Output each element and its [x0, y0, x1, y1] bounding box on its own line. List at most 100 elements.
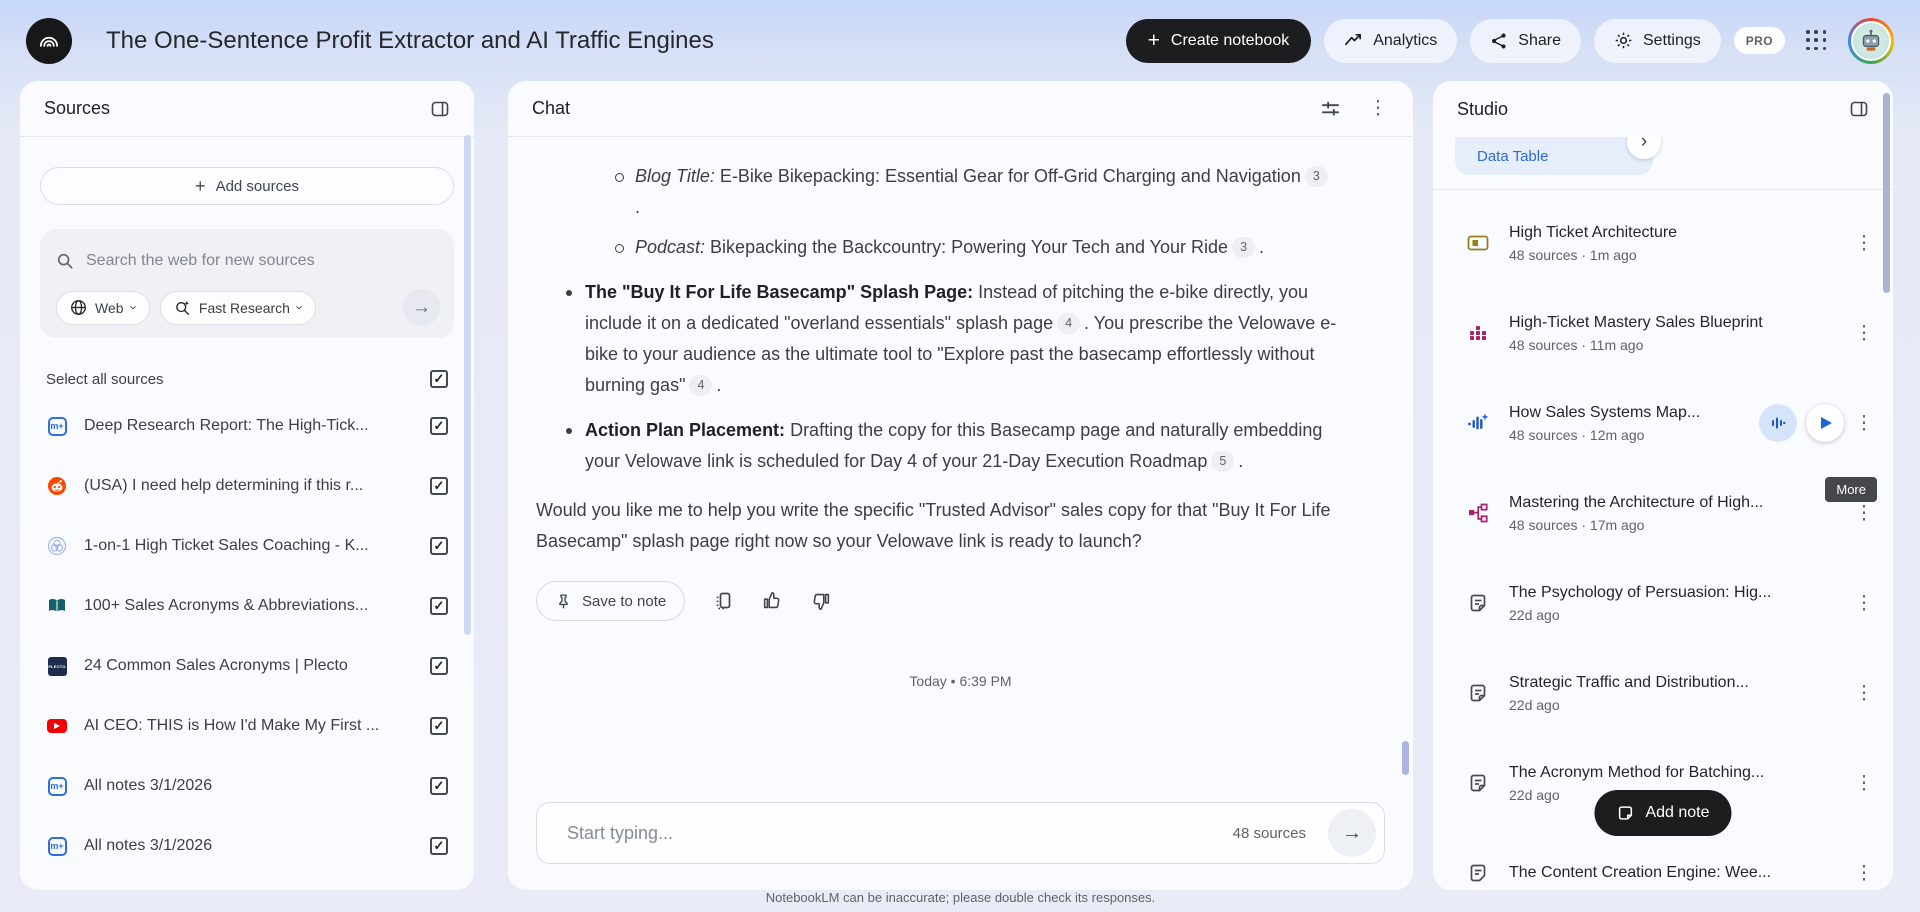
source-row[interactable]: 1-on-1 High Ticket Sales Coaching - K...…: [40, 516, 454, 576]
share-icon: [1490, 32, 1508, 50]
chat-input-bar: Start typing... 48 sources →: [536, 802, 1385, 864]
source-checkbox[interactable]: ✓: [430, 417, 448, 435]
add-sources-label: Add sources: [216, 178, 299, 195]
source-title: All notes 3/1/2026: [84, 777, 414, 795]
item-menu-icon[interactable]: ⋮: [1853, 864, 1875, 883]
studio-item-title: How Sales Systems Map...: [1509, 404, 1751, 422]
studio-item[interactable]: High-Ticket Mastery Sales Blueprint 48 s…: [1433, 288, 1893, 378]
bar-chart-icon: [1463, 322, 1493, 344]
item-menu-icon[interactable]: ⋮: [1853, 504, 1875, 523]
web-chip-label: Web: [95, 300, 124, 316]
save-to-note-label: Save to note: [582, 593, 666, 610]
thumbs-down-icon[interactable]: [810, 590, 832, 612]
citation-chip[interactable]: 3: [1305, 166, 1328, 187]
studio-item-meta: 48 sources · 12m ago: [1509, 427, 1751, 443]
website-favicon-icon: [46, 536, 68, 556]
notebook-note-icon: m+: [48, 417, 67, 436]
studio-item-meta: 48 sources · 1m ago: [1509, 247, 1845, 263]
globe-icon: [70, 299, 87, 316]
top-bar: The One-Sentence Profit Extractor and AI…: [0, 0, 1920, 81]
item-menu-icon[interactable]: ⋮: [1853, 414, 1875, 433]
chat-settings-icon[interactable]: [1320, 98, 1341, 119]
search-sources-input[interactable]: Search the web for new sources: [86, 252, 315, 270]
apps-grid-icon[interactable]: [1806, 30, 1827, 51]
copy-icon[interactable]: [712, 590, 734, 612]
search-submit-button[interactable]: →: [403, 289, 440, 326]
collapse-panel-icon[interactable]: [1849, 99, 1869, 119]
source-row[interactable]: PLECTO 24 Common Sales Acronyms | Plecto…: [40, 636, 454, 696]
bullet-lead: Action Plan Placement:: [585, 420, 785, 440]
analytics-button[interactable]: Analytics: [1324, 19, 1457, 63]
citation-chip[interactable]: 3: [1232, 237, 1255, 258]
settings-button[interactable]: Settings: [1594, 19, 1721, 63]
studio-item[interactable]: The Content Creation Engine: Wee... ⋮: [1433, 828, 1893, 890]
source-row[interactable]: m+ Deep Research Report: The High-Tick..…: [40, 396, 454, 456]
add-note-button[interactable]: Add note: [1594, 790, 1731, 836]
source-checkbox[interactable]: ✓: [430, 477, 448, 495]
chat-bullet-item: Action Plan Placement: Drafting the copy…: [536, 415, 1351, 477]
studio-item-title: The Psychology of Persuasion: Hig...: [1509, 584, 1845, 602]
bullet-lead: Podcast:: [635, 237, 705, 257]
select-all-checkbox[interactable]: ✓: [430, 370, 448, 388]
save-to-note-button[interactable]: Save to note: [536, 581, 685, 621]
notebook-title[interactable]: The One-Sentence Profit Extractor and AI…: [106, 27, 714, 55]
item-menu-icon[interactable]: ⋮: [1853, 684, 1875, 703]
research-mode-dropdown[interactable]: Fast Research ›: [160, 291, 316, 325]
citation-chip[interactable]: 4: [689, 375, 712, 396]
studio-item[interactable]: High Ticket Architecture 48 sources · 1m…: [1433, 198, 1893, 288]
studio-item[interactable]: How Sales Systems Map... 48 sources · 12…: [1433, 378, 1893, 468]
collapse-panel-icon[interactable]: [430, 99, 450, 119]
studio-scrollbar[interactable]: [1883, 93, 1890, 293]
sources-count-label: 48 sources: [1233, 825, 1306, 842]
source-checkbox[interactable]: ✓: [430, 717, 448, 735]
studio-panel: Studio Data Table › High Ti: [1433, 81, 1893, 890]
citation-chip[interactable]: 4: [1057, 313, 1080, 334]
studio-item-title: High Ticket Architecture: [1509, 224, 1845, 242]
send-message-button[interactable]: →: [1328, 809, 1376, 857]
studio-item[interactable]: Strategic Traffic and Distribution... 22…: [1433, 648, 1893, 738]
thumbs-up-icon[interactable]: [761, 590, 783, 612]
source-checkbox[interactable]: ✓: [430, 537, 448, 555]
source-title: (USA) I need help determining if this r.…: [84, 477, 414, 495]
studio-item-title: The Acronym Method for Batching...: [1509, 764, 1845, 782]
source-checkbox[interactable]: ✓: [430, 837, 448, 855]
studio-item[interactable]: The Psychology of Persuasion: Hig... 22d…: [1433, 558, 1893, 648]
interactive-audio-button[interactable]: [1759, 404, 1797, 442]
add-sources-button[interactable]: + Add sources: [40, 167, 454, 205]
studio-item[interactable]: Mastering the Architecture of High... 48…: [1433, 468, 1893, 558]
flashcards-icon: [1463, 232, 1493, 254]
source-row[interactable]: (USA) I need help determining if this r.…: [40, 456, 454, 516]
source-row[interactable]: m+ All notes 3/1/2026 ✓: [40, 816, 454, 876]
user-avatar[interactable]: [1848, 18, 1894, 64]
play-audio-button[interactable]: [1806, 404, 1844, 442]
source-row[interactable]: 100+ Sales Acronyms & Abbreviations... ✓: [40, 576, 454, 636]
chat-scrollbar[interactable]: [1402, 741, 1409, 775]
source-checkbox[interactable]: ✓: [430, 777, 448, 795]
citation-chip[interactable]: 5: [1211, 451, 1234, 472]
source-checkbox[interactable]: ✓: [430, 597, 448, 615]
sources-scrollbar[interactable]: [464, 135, 471, 635]
item-menu-icon[interactable]: ⋮: [1853, 594, 1875, 613]
chat-input[interactable]: Start typing...: [567, 823, 1233, 844]
source-row[interactable]: m+ All notes 3/1/2026 ✓: [40, 756, 454, 816]
item-menu-icon[interactable]: ⋮: [1853, 774, 1875, 793]
source-row[interactable]: AI CEO: THIS is How I'd Make My First ..…: [40, 696, 454, 756]
audio-overview-icon: [1463, 411, 1493, 435]
chat-menu-icon[interactable]: ⋮: [1367, 99, 1389, 118]
share-button[interactable]: Share: [1470, 19, 1581, 63]
item-menu-icon[interactable]: ⋮: [1853, 324, 1875, 343]
bullet-tail: .: [1259, 237, 1264, 257]
source-checkbox[interactable]: ✓: [430, 657, 448, 675]
web-source-dropdown[interactable]: Web ›: [56, 291, 150, 325]
bullet-text: E-Bike Bikepacking: Essential Gear for O…: [715, 166, 1301, 186]
create-notebook-button[interactable]: + Create notebook: [1126, 19, 1312, 63]
analytics-label: Analytics: [1373, 32, 1437, 50]
message-actions: Save to note: [536, 581, 1413, 621]
notebooklm-logo-icon[interactable]: [26, 18, 72, 64]
studio-item-title: Mastering the Architecture of High...: [1509, 494, 1845, 512]
sources-panel-title: Sources: [44, 98, 110, 119]
item-menu-icon[interactable]: ⋮: [1853, 234, 1875, 253]
bullet-lead: Blog Title:: [635, 166, 715, 186]
report-icon: [1463, 682, 1493, 704]
source-title: Deep Research Report: The High-Tick...: [84, 417, 414, 435]
